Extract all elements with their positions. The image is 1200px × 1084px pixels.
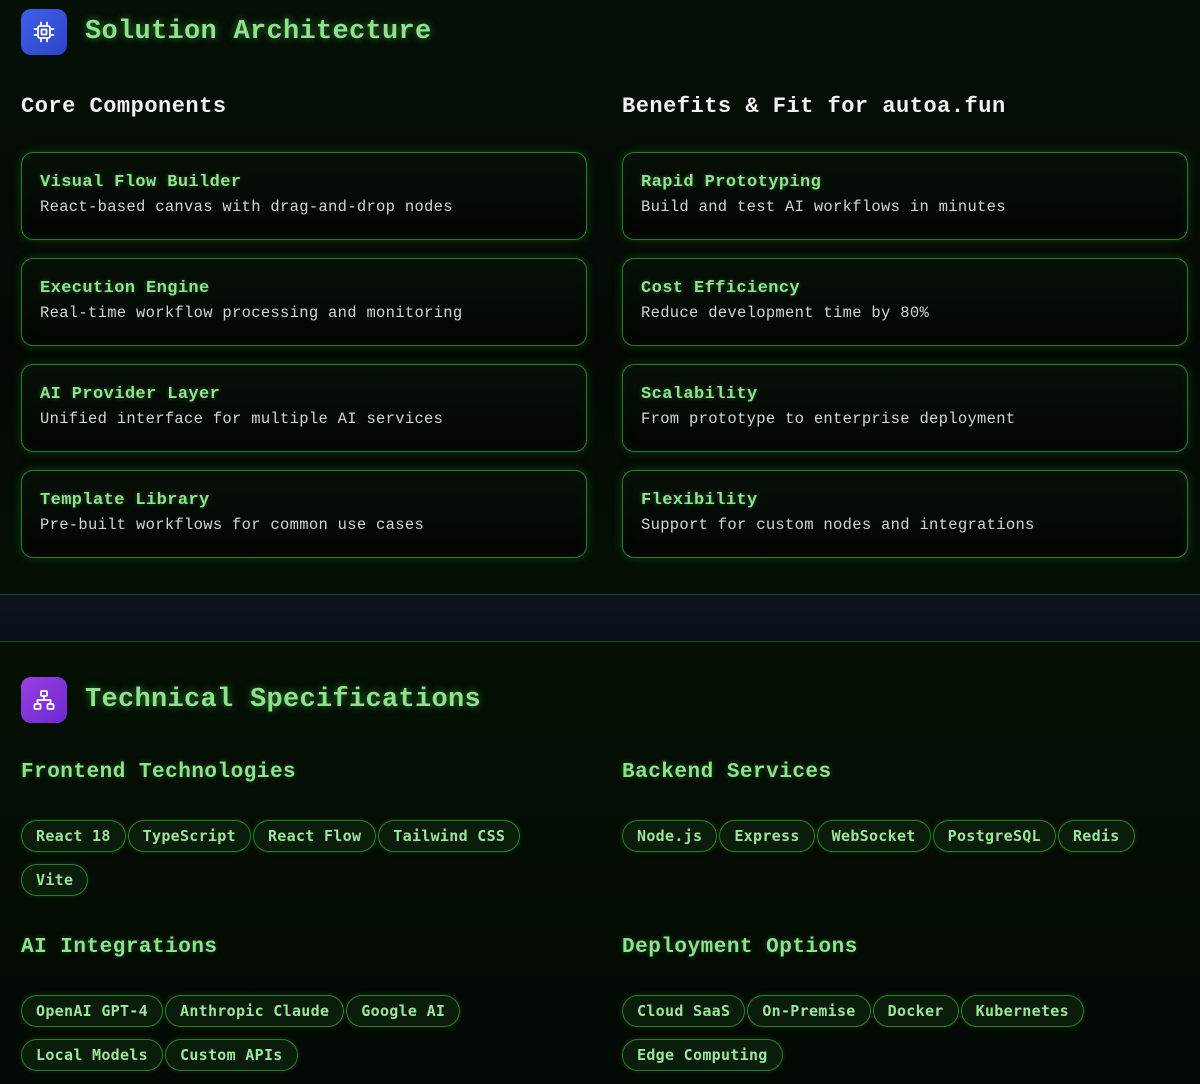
card-description: Build and test AI workflows in minutes <box>641 198 1006 216</box>
tech-tag[interactable]: Tailwind CSS <box>378 820 521 852</box>
section-divider <box>0 594 1200 642</box>
hierarchy-icon <box>21 677 67 723</box>
card-title: Scalability <box>641 385 758 404</box>
benefit-card-rapid-prototyping: Rapid Prototyping Build and test AI work… <box>622 152 1188 240</box>
tech-tag[interactable]: Vite <box>21 864 89 896</box>
component-card-execution-engine: Execution Engine Real-time workflow proc… <box>21 258 587 346</box>
tech-tag[interactable]: Kubernetes <box>960 995 1084 1027</box>
tech-tag[interactable]: Redis <box>1057 820 1135 852</box>
core-components-heading: Core Components <box>21 94 227 119</box>
frontend-tag-list: React 18 TypeScript React Flow Tailwind … <box>21 820 581 896</box>
component-card-template-library: Template Library Pre-built workflows for… <box>21 470 587 558</box>
card-description: Support for custom nodes and integration… <box>641 516 1035 534</box>
deployment-tag-list: Cloud SaaS On-Premise Docker Kubernetes … <box>622 995 1182 1071</box>
card-title: Template Library <box>40 491 210 510</box>
card-title: Flexibility <box>641 491 758 510</box>
tech-tag[interactable]: Node.js <box>622 820 718 852</box>
section-header: Technical Specifications <box>21 677 481 723</box>
solution-architecture-section: Solution Architecture Core Components Be… <box>0 0 1200 594</box>
tech-tag[interactable]: PostgreSQL <box>932 820 1056 852</box>
tech-tag[interactable]: Edge Computing <box>622 1039 783 1071</box>
technical-specifications-section: Technical Specifications Frontend Techno… <box>0 642 1200 1084</box>
backend-tag-list: Node.js Express WebSocket PostgreSQL Red… <box>622 820 1182 852</box>
component-card-visual-flow-builder: Visual Flow Builder React-based canvas w… <box>21 152 587 240</box>
frontend-heading: Frontend Technologies <box>21 761 297 784</box>
benefits-heading: Benefits & Fit for autoa.fun <box>622 94 1006 119</box>
card-description: From prototype to enterprise deployment <box>641 410 1016 428</box>
component-card-ai-provider-layer: AI Provider Layer Unified interface for … <box>21 364 587 452</box>
tech-tag[interactable]: TypeScript <box>127 820 251 852</box>
section-title: Solution Architecture <box>85 17 432 47</box>
card-title: Visual Flow Builder <box>40 173 242 192</box>
ai-integrations-tag-list: OpenAI GPT-4 Anthropic Claude Google AI … <box>21 995 581 1071</box>
tech-tag[interactable]: Google AI <box>346 995 461 1027</box>
card-description: Real-time workflow processing and monito… <box>40 304 463 322</box>
card-title: Execution Engine <box>40 279 210 298</box>
benefit-card-flexibility: Flexibility Support for custom nodes and… <box>622 470 1188 558</box>
section-title: Technical Specifications <box>85 685 482 715</box>
tech-tag[interactable]: Anthropic Claude <box>164 995 345 1027</box>
backend-heading: Backend Services <box>622 761 832 784</box>
section-header: Solution Architecture <box>21 9 432 55</box>
card-title: Rapid Prototyping <box>641 173 822 192</box>
deployment-heading: Deployment Options <box>622 936 858 959</box>
tech-tag[interactable]: React 18 <box>21 820 126 852</box>
tech-tag[interactable]: OpenAI GPT-4 <box>21 995 163 1027</box>
benefit-card-cost-efficiency: Cost Efficiency Reduce development time … <box>622 258 1188 346</box>
tech-tag[interactable]: Local Models <box>21 1039 163 1071</box>
card-description: Unified interface for multiple AI servic… <box>40 410 444 428</box>
ai-integrations-heading: AI Integrations <box>21 936 218 959</box>
card-description: Reduce development time by 80% <box>641 304 930 322</box>
tech-tag[interactable]: On-Premise <box>747 995 871 1027</box>
card-description: Pre-built workflows for common use cases <box>40 516 425 534</box>
card-title: Cost Efficiency <box>641 279 801 298</box>
tech-tag[interactable]: Custom APIs <box>164 1039 298 1071</box>
tech-tag[interactable]: React Flow <box>252 820 377 852</box>
chip-icon <box>21 9 67 55</box>
card-title: AI Provider Layer <box>40 385 221 404</box>
tech-tag[interactable]: WebSocket <box>816 820 931 852</box>
tech-tag[interactable]: Docker <box>872 995 959 1027</box>
benefit-card-scalability: Scalability From prototype to enterprise… <box>622 364 1188 452</box>
tech-tag[interactable]: Cloud SaaS <box>622 995 746 1027</box>
card-description: React-based canvas with drag-and-drop no… <box>40 198 453 216</box>
tech-tag[interactable]: Express <box>719 820 815 852</box>
